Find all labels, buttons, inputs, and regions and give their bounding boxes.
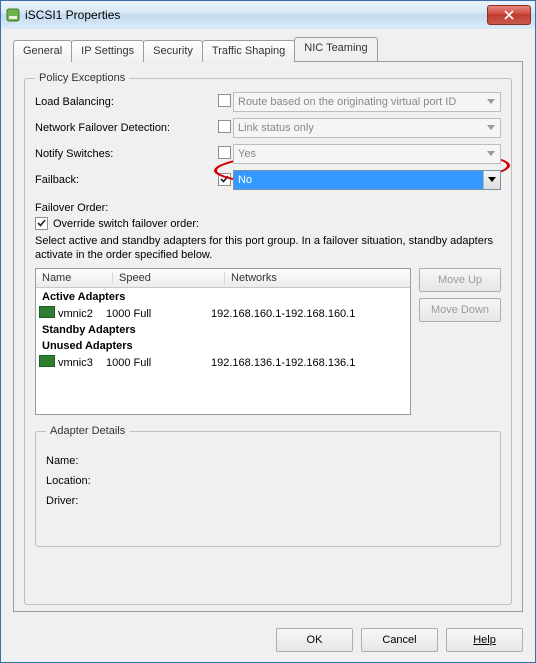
dialog-buttons: OK Cancel Help: [1, 618, 535, 662]
move-up-button[interactable]: Move Up: [419, 268, 501, 292]
move-down-button[interactable]: Move Down: [419, 298, 501, 322]
checkbox-override[interactable]: [35, 217, 48, 230]
chevron-down-icon: [483, 121, 498, 135]
adapter-details-legend: Adapter Details: [46, 425, 129, 437]
properties-window: iSCSI1 Properties General IP Settings Se…: [0, 0, 536, 663]
cancel-button[interactable]: Cancel: [361, 628, 438, 652]
row-override: Override switch failover order:: [35, 217, 501, 230]
app-icon: [5, 7, 21, 23]
select-load-balancing: Route based on the originating virtual p…: [233, 92, 501, 112]
adapter-area: Name Speed Networks Active Adapters vmni…: [35, 268, 501, 415]
nic-teaming-page: Policy Exceptions Load Balancing: Route …: [13, 61, 523, 612]
label-driver: Driver:: [46, 495, 116, 507]
nic-icon: [36, 306, 58, 321]
close-button[interactable]: [487, 5, 531, 25]
help-button[interactable]: Help: [446, 628, 523, 652]
titlebar: iSCSI1 Properties: [1, 1, 535, 29]
header-speed[interactable]: Speed: [113, 272, 225, 284]
checkbox-failover-detection[interactable]: [218, 120, 231, 133]
tab-general[interactable]: General: [13, 40, 72, 62]
tabstrip: General IP Settings Security Traffic Sha…: [13, 39, 523, 61]
tab-nic-teaming[interactable]: NIC Teaming: [294, 37, 377, 61]
list-header: Name Speed Networks: [36, 269, 410, 288]
header-name[interactable]: Name: [36, 272, 113, 284]
row-notify-switches: Notify Switches: Yes: [35, 144, 501, 164]
row-failover-detection: Network Failover Detection: Link status …: [35, 118, 501, 138]
policy-exceptions-legend: Policy Exceptions: [35, 72, 129, 84]
label-notify-switches: Notify Switches:: [35, 148, 215, 160]
header-networks[interactable]: Networks: [225, 272, 410, 284]
group-unused[interactable]: Unused Adapters: [36, 338, 410, 354]
group-standby[interactable]: Standby Adapters: [36, 322, 410, 338]
list-item[interactable]: vmnic3 1000 Full 192.168.136.1-192.168.1…: [36, 354, 410, 371]
label-failover-detection: Network Failover Detection:: [35, 122, 215, 134]
nic-icon: [36, 355, 58, 370]
checkbox-notify-switches[interactable]: [218, 146, 231, 159]
window-title: iSCSI1 Properties: [25, 8, 487, 22]
row-failback: Failback: No: [35, 170, 501, 190]
select-failover-detection: Link status only: [233, 118, 501, 138]
tab-traffic-shaping[interactable]: Traffic Shaping: [202, 40, 295, 62]
list-item[interactable]: vmnic2 1000 Full 192.168.160.1-192.168.1…: [36, 305, 410, 322]
list-body: Active Adapters vmnic2 1000 Full 192.168…: [36, 288, 410, 371]
tab-ip-settings[interactable]: IP Settings: [71, 40, 144, 62]
ok-button[interactable]: OK: [276, 628, 353, 652]
chevron-down-icon[interactable]: [483, 171, 500, 189]
checkbox-load-balancing[interactable]: [218, 94, 231, 107]
row-load-balancing: Load Balancing: Route based on the origi…: [35, 92, 501, 112]
label-load-balancing: Load Balancing:: [35, 96, 215, 108]
label-failback: Failback:: [35, 174, 215, 186]
checkbox-failback[interactable]: [218, 173, 231, 186]
label-override: Override switch failover order:: [53, 218, 199, 230]
label-failover-order: Failover Order:: [35, 202, 501, 214]
failover-description: Select active and standby adapters for t…: [35, 234, 501, 262]
adapter-details-group: Adapter Details Name: Location: Driver:: [35, 425, 501, 547]
label-name: Name:: [46, 455, 116, 467]
select-notify-switches: Yes: [233, 144, 501, 164]
group-active[interactable]: Active Adapters: [36, 289, 410, 305]
label-location: Location:: [46, 475, 116, 487]
tab-security[interactable]: Security: [143, 40, 203, 62]
side-buttons: Move Up Move Down: [419, 268, 501, 415]
chevron-down-icon: [483, 147, 498, 161]
chevron-down-icon: [483, 95, 498, 109]
client-area: General IP Settings Security Traffic Sha…: [1, 29, 535, 618]
adapter-list[interactable]: Name Speed Networks Active Adapters vmni…: [35, 268, 411, 415]
policy-exceptions-group: Policy Exceptions Load Balancing: Route …: [24, 72, 512, 605]
select-failback[interactable]: No: [233, 170, 501, 190]
